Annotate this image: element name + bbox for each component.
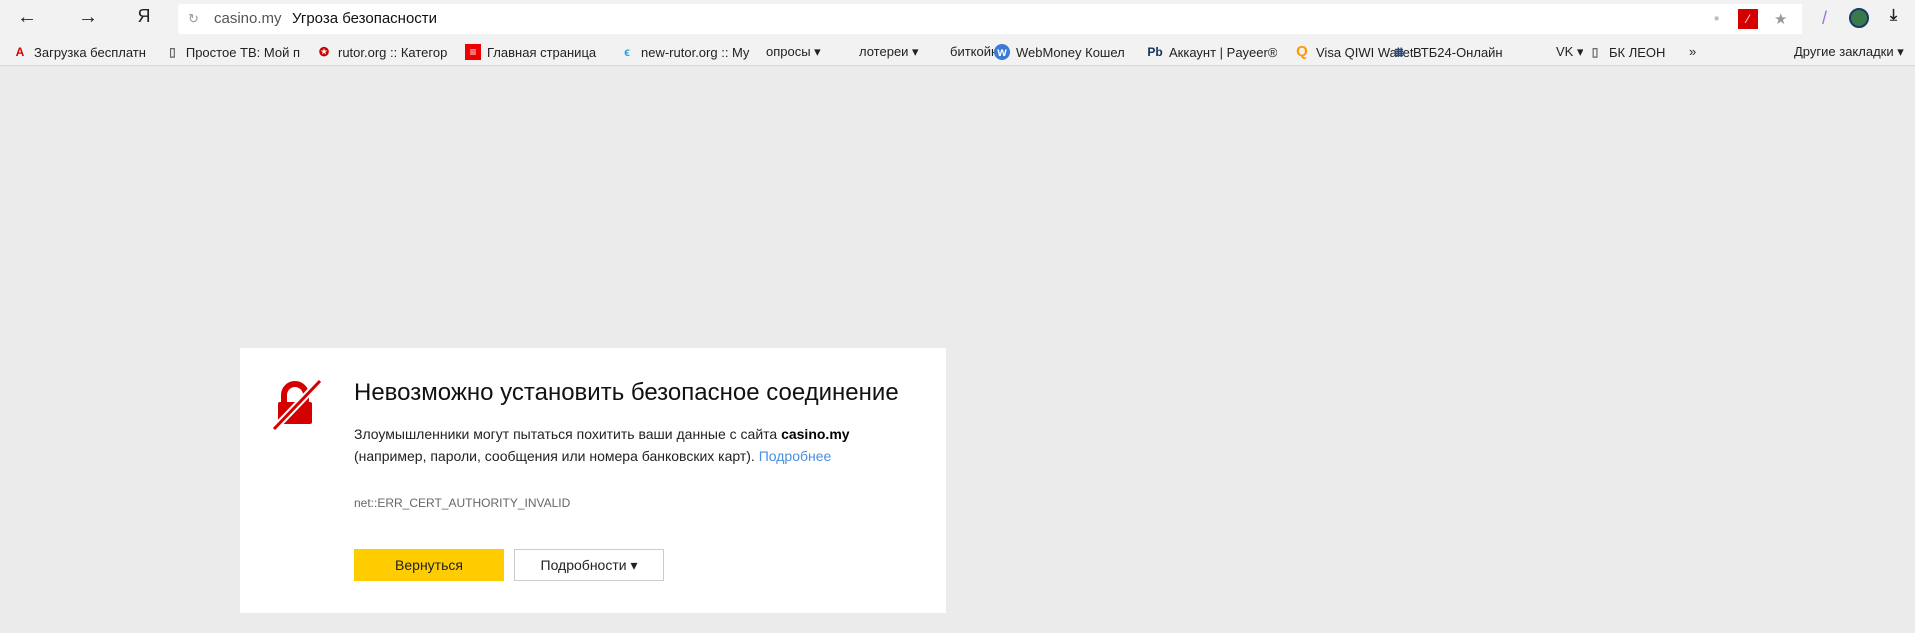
bookmark-item[interactable]: ≣ ВТБ24-Онлайн [1391,44,1503,60]
address-page-title: Угроза безопасности [292,10,438,27]
page-icon: ▯ [169,45,176,59]
page-icon: ▯ [1591,45,1599,59]
bookmarks-bar: A Загрузка бесплатн ▯ Простое ТВ: Мой п ✪ r… [0,38,1915,66]
bookmark-folder[interactable]: опросы ▾ [766,44,821,60]
error-description-line1: Злоумышленники могут пытаться похитить в… [354,426,850,442]
address-host: casino.my [214,10,282,27]
address-bar[interactable]: ↻ casino.my Угроза безопасности ▪ ⁄ ★ [178,4,1802,34]
new-rutor-icon: ϵ [624,45,630,59]
forward-button[interactable]: → [75,6,101,29]
bookmark-item[interactable]: Pb Аккаунт | Payeer® [1147,44,1277,60]
broken-lock-icon [272,380,322,430]
bookmark-folder[interactable]: лотереи ▾ [859,44,919,60]
error-code: net::ERR_CERT_AUTHORITY_INVALID [354,496,571,510]
globe-extension-icon[interactable] [1849,8,1869,28]
webmoney-icon: w [994,44,1010,60]
site-icon: ≡ [465,44,481,60]
qiwi-icon: Q [1296,44,1308,60]
error-description-line2: (например, пароли, сообщения или номера … [354,448,832,464]
download-icon[interactable]: ⤓ [1890,7,1897,25]
site-name: casino.my [781,426,850,442]
rutor-icon: ✪ [318,45,330,59]
feather-extension-icon[interactable]: / [1822,8,1827,29]
bookmark-item[interactable]: ▯ БК ЛЕОН [1587,44,1666,60]
other-bookmarks-folder[interactable]: Другие закладки ▾ [1794,44,1904,60]
error-title: Невозможно установить безопасное соедине… [354,379,899,406]
payeer-icon: Pb [1147,45,1163,59]
browser-toolbar: ← → Я ↻ casino.my Угроза безопасности ▪ … [0,0,1915,38]
comment-icon[interactable]: ▪ [1714,10,1719,27]
bookmark-item[interactable]: ≡ Главная страница [465,44,605,60]
bookmark-folder[interactable]: VK ▾ [1556,44,1583,60]
learn-more-link[interactable]: Подробнее [759,448,832,464]
yandex-logo-button[interactable]: Я [131,6,157,27]
vtb-icon: ≣ [1393,45,1405,59]
bookmark-item[interactable]: ✪ rutor.org :: Категор [316,44,451,60]
bookmark-item[interactable]: w WebMoney Кошел [994,44,1134,60]
bookmark-item[interactable]: A Загрузка бесплатн [12,44,162,60]
back-button[interactable]: ← [14,6,40,29]
error-card: Невозможно установить безопасное соедине… [240,348,946,613]
bookmark-item[interactable]: ▯ Простое ТВ: Мой п [165,44,300,60]
insecure-lock-icon[interactable]: ⁄ [1738,9,1758,29]
details-button[interactable]: Подробности ▾ [514,549,664,581]
bookmark-item[interactable]: ϵ new-rutor.org :: My [619,44,754,60]
star-icon[interactable]: ★ [1774,10,1787,28]
more-bookmarks-button[interactable]: » [1689,44,1696,59]
adobe-icon: A [15,45,25,59]
go-back-button[interactable]: Вернуться [354,549,504,581]
reload-icon[interactable]: ↻ [188,11,199,27]
